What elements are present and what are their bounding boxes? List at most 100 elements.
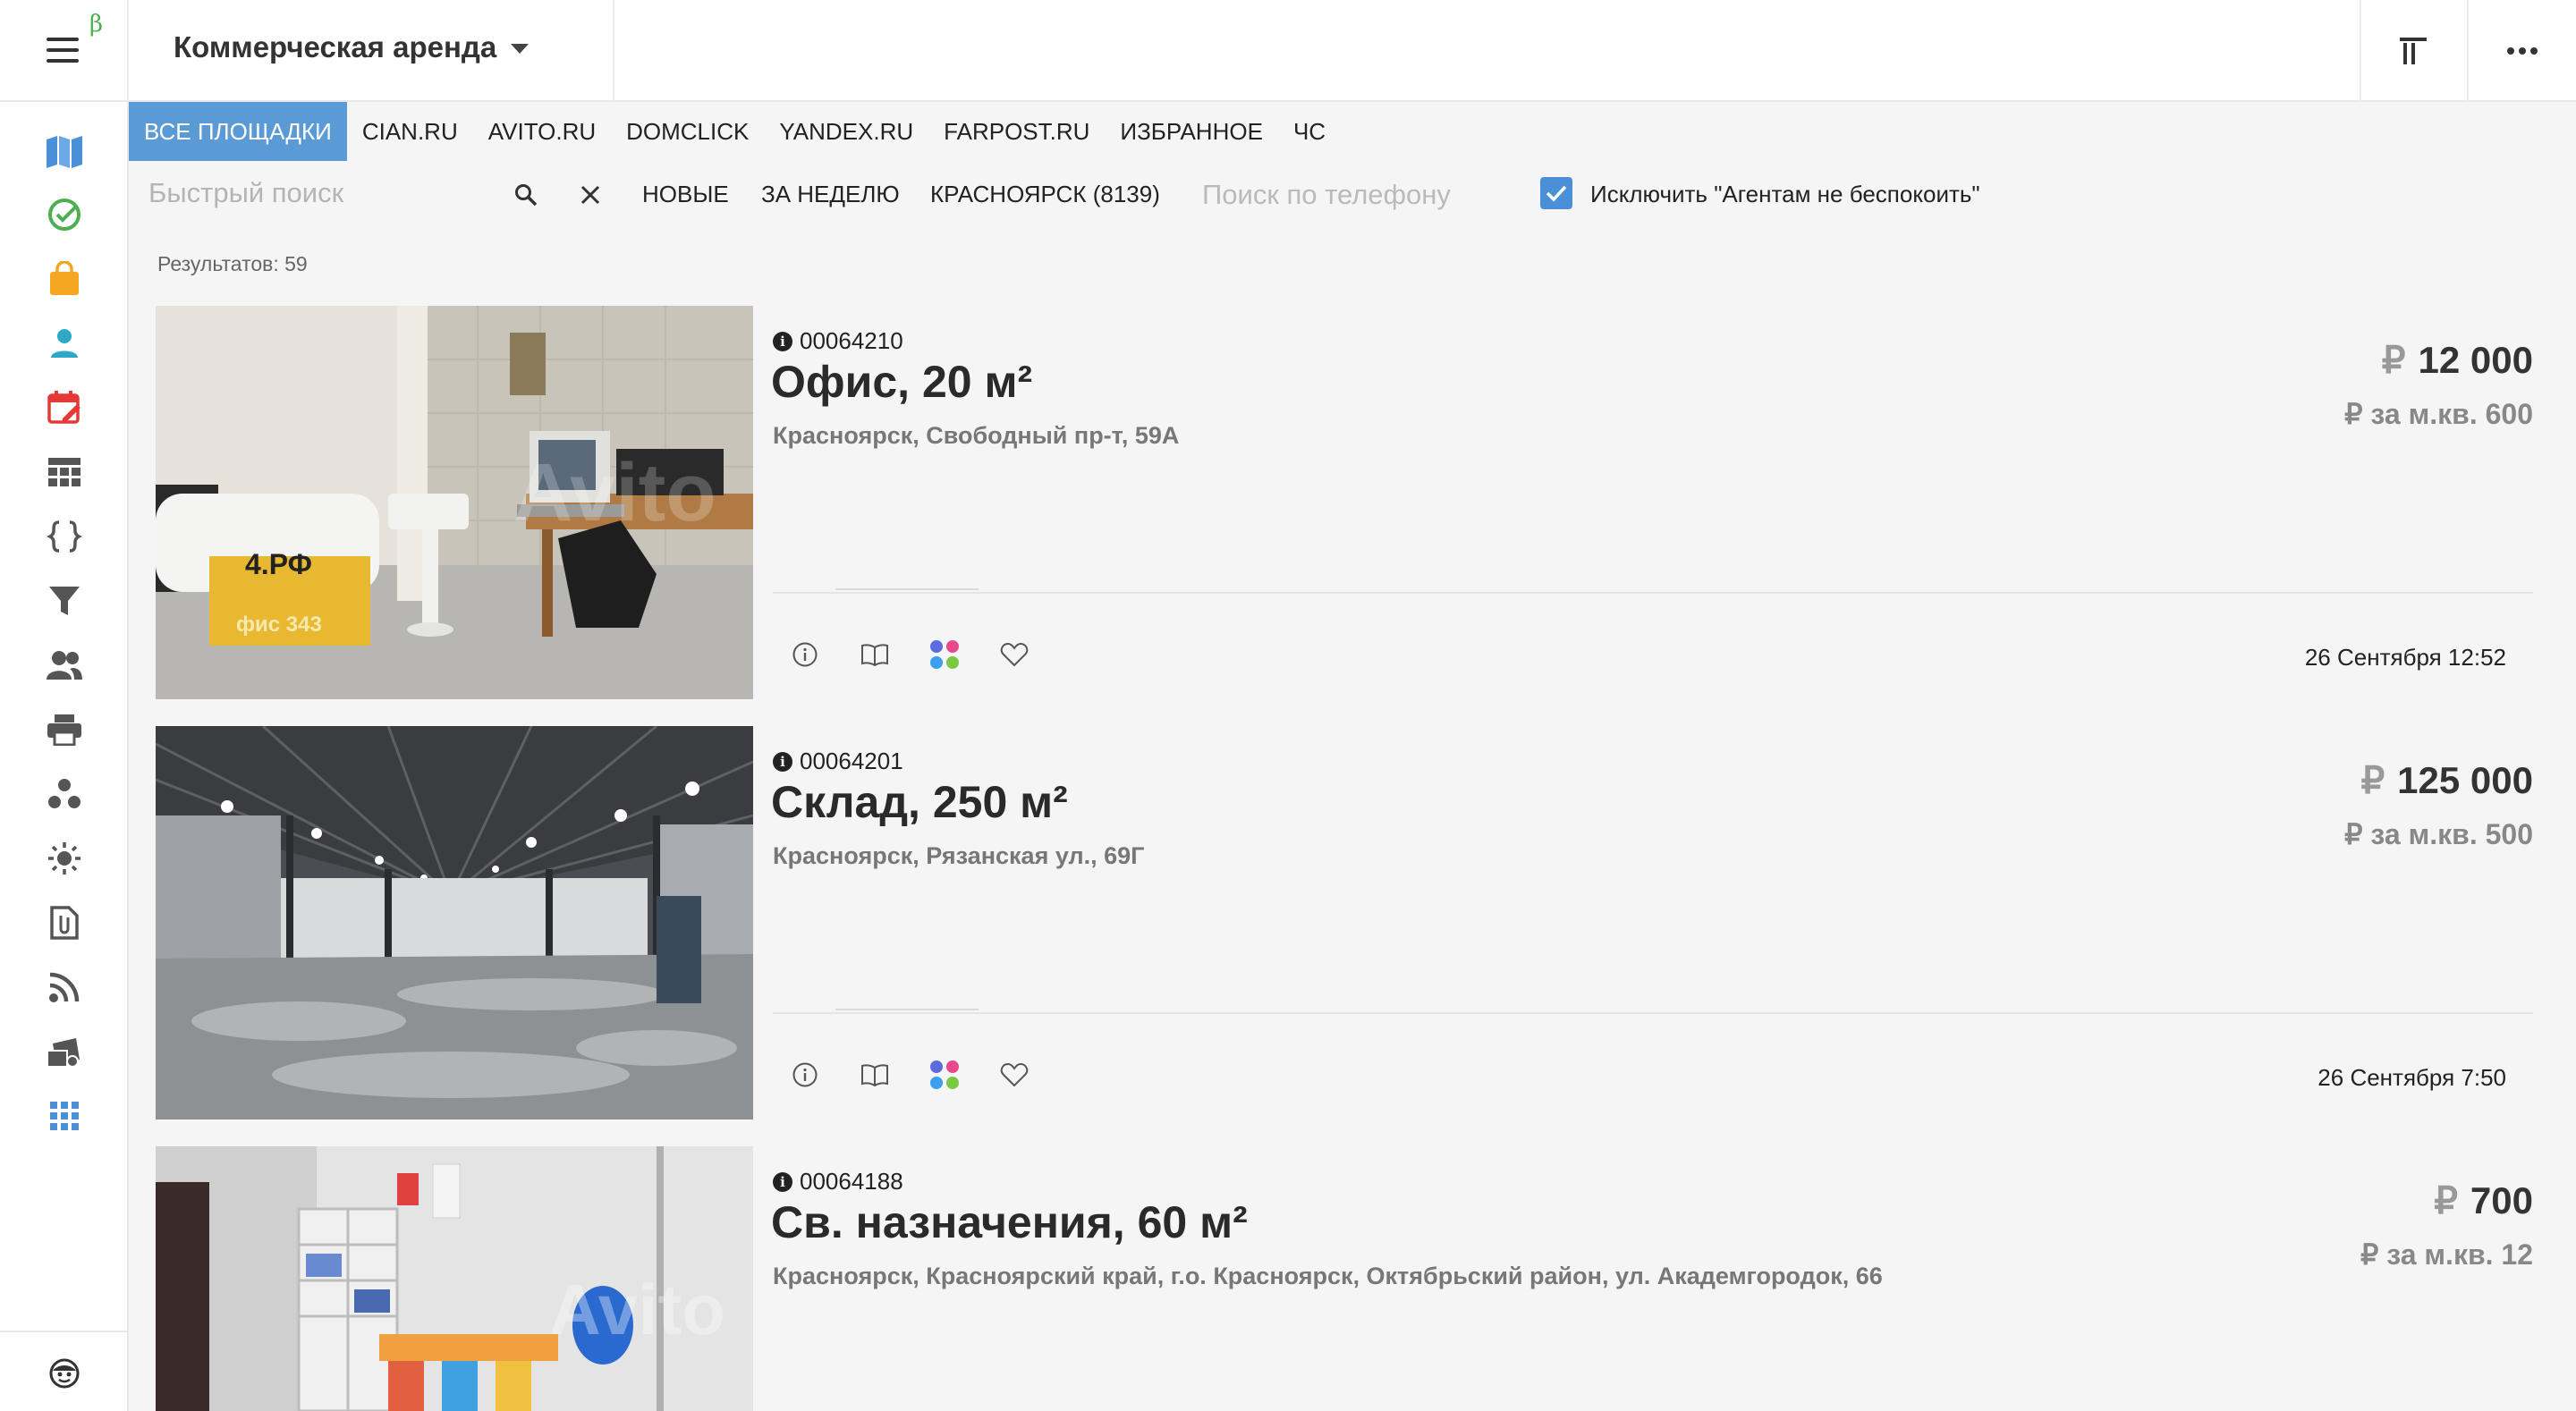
people-icon bbox=[47, 651, 82, 680]
tab-farpost[interactable]: FARPOST.RU bbox=[928, 102, 1105, 161]
listing-photo[interactable]: 4.РФ фис 343 Avito bbox=[156, 306, 753, 699]
divider bbox=[835, 588, 979, 590]
sidebar-item-filter[interactable] bbox=[41, 578, 88, 624]
photo-sign-text: фис 343 bbox=[236, 613, 322, 637]
tab-avito[interactable]: AVITO.RU bbox=[473, 102, 611, 161]
sidebar-item-profile[interactable] bbox=[41, 320, 88, 367]
exclude-agents-label: Исключить "Агентам не беспокоить" bbox=[1590, 181, 1980, 207]
tab-cian[interactable]: CIAN.RU bbox=[347, 102, 473, 161]
book-open-icon bbox=[861, 1064, 888, 1087]
details-button[interactable] bbox=[787, 1057, 823, 1093]
sidebar-item-map[interactable] bbox=[41, 127, 88, 173]
divider bbox=[773, 592, 2533, 594]
exclude-agents-checkbox[interactable] bbox=[1540, 177, 1572, 209]
map-button[interactable] bbox=[857, 637, 893, 672]
sidebar-item-print[interactable] bbox=[41, 706, 88, 753]
sidebar-item-table[interactable] bbox=[41, 449, 88, 495]
user-account-button[interactable] bbox=[41, 1350, 88, 1397]
sidebar-item-clients[interactable] bbox=[41, 642, 88, 689]
source-tabs: ВСЕ ПЛОЩАДКИ CIAN.RU AVITO.RU DOMCLICK Y… bbox=[129, 102, 1341, 161]
listing-address: Красноярск, Свободный пр-т, 59А bbox=[773, 422, 1180, 449]
code-braces-icon bbox=[47, 520, 82, 553]
filter-week[interactable]: ЗА НЕДЕЛЮ bbox=[761, 181, 900, 208]
phone-search-input[interactable] bbox=[1202, 173, 1524, 216]
dots-cluster-icon bbox=[48, 779, 80, 808]
listing-photo[interactable] bbox=[156, 726, 753, 1120]
quick-search-input[interactable] bbox=[148, 173, 488, 213]
heart-icon bbox=[1000, 1062, 1029, 1087]
divider bbox=[835, 1009, 979, 1010]
sidebar-item-calendar[interactable] bbox=[41, 384, 88, 431]
sources-button[interactable] bbox=[927, 637, 962, 672]
sidebar-item-documents[interactable] bbox=[41, 900, 88, 946]
color-dots-icon bbox=[930, 1060, 959, 1089]
rss-icon bbox=[49, 972, 80, 1002]
info-circle-icon bbox=[792, 642, 818, 667]
apps-grid-icon bbox=[50, 1102, 79, 1130]
certificate-icon bbox=[47, 1038, 80, 1068]
map-book-icon bbox=[47, 136, 82, 168]
filter-new[interactable]: НОВЫЕ bbox=[642, 181, 729, 208]
search-icon bbox=[515, 184, 538, 207]
info-icon: i bbox=[773, 751, 792, 772]
person-icon bbox=[51, 329, 78, 358]
photo-sign-text: 4.РФ bbox=[245, 548, 312, 580]
sidebar-item-tasks[interactable] bbox=[41, 191, 88, 238]
info-circle-icon bbox=[792, 1062, 818, 1087]
sources-button[interactable] bbox=[927, 1057, 962, 1093]
listing-address: Красноярск, Рязанская ул., 69Г bbox=[773, 842, 1145, 869]
text-size-button[interactable] bbox=[2360, 0, 2467, 102]
color-dots-icon bbox=[930, 640, 959, 669]
section-selector[interactable]: Коммерческая аренда bbox=[174, 30, 530, 64]
map-button[interactable] bbox=[857, 1057, 893, 1093]
tab-all-sources[interactable]: ВСЕ ПЛОЩАДКИ bbox=[129, 102, 347, 161]
sun-icon bbox=[48, 842, 80, 874]
table-icon bbox=[48, 458, 80, 486]
results-count: Результатов: 59 bbox=[157, 252, 308, 275]
tab-favorites[interactable]: ИЗБРАННОЕ bbox=[1105, 102, 1278, 161]
favorite-button[interactable] bbox=[996, 1057, 1032, 1093]
room-photo-image: Avito bbox=[156, 1146, 753, 1411]
check-circle-icon bbox=[48, 199, 80, 231]
sidebar-item-training[interactable] bbox=[41, 1028, 88, 1075]
printer-icon bbox=[47, 714, 81, 746]
listing-price-per-m2: ₽ за м.кв. 600 bbox=[2344, 398, 2533, 430]
menu-hamburger-icon[interactable] bbox=[45, 36, 80, 66]
clear-search-button[interactable] bbox=[572, 177, 608, 213]
listing-id: i 00064210 bbox=[773, 327, 903, 355]
divider bbox=[773, 1012, 2533, 1014]
tab-blacklist[interactable]: ЧС bbox=[1278, 102, 1341, 161]
top-bar: β Коммерческая аренда bbox=[0, 0, 2576, 102]
listing-price-per-m2: ₽ за м.кв. 12 bbox=[2360, 1238, 2533, 1271]
sidebar-item-code[interactable] bbox=[41, 513, 88, 560]
photo-watermark: Avito bbox=[549, 1270, 725, 1349]
chevron-down-icon bbox=[511, 43, 530, 54]
listing-price-per-m2: ₽ за м.кв. 500 bbox=[2344, 818, 2533, 850]
smiley-icon bbox=[49, 1358, 80, 1389]
sidebar-item-sales[interactable] bbox=[41, 256, 88, 302]
sidebar-item-brightness[interactable] bbox=[41, 835, 88, 882]
listing-card: i 00064201 Склад, 250 м² Красноярск, Ряз… bbox=[156, 726, 2533, 1120]
text-format-icon bbox=[2400, 38, 2427, 64]
listing-title[interactable]: Св. назначения, 60 м² bbox=[771, 1196, 1248, 1248]
warehouse-photo-image bbox=[156, 726, 753, 1120]
checkmark-icon bbox=[1546, 185, 1567, 202]
tab-yandex[interactable]: YANDEX.RU bbox=[764, 102, 928, 161]
filter-city[interactable]: КРАСНОЯРСК (8139) bbox=[930, 181, 1160, 208]
info-icon: i bbox=[773, 331, 792, 351]
more-options-button[interactable] bbox=[2469, 0, 2576, 102]
listing-id: i 00064188 bbox=[773, 1168, 903, 1196]
listing-title[interactable]: Офис, 20 м² bbox=[771, 356, 1032, 408]
favorite-button[interactable] bbox=[996, 637, 1032, 672]
listing-title[interactable]: Склад, 250 м² bbox=[771, 776, 1068, 828]
listing-address: Красноярск, Красноярский край, г.о. Крас… bbox=[773, 1263, 1883, 1289]
details-button[interactable] bbox=[787, 637, 823, 672]
search-button[interactable] bbox=[508, 177, 544, 213]
sidebar-item-apps[interactable] bbox=[41, 1093, 88, 1139]
book-open-icon bbox=[861, 644, 888, 667]
sidebar-item-groups[interactable] bbox=[41, 771, 88, 817]
beta-badge: β bbox=[89, 11, 104, 38]
listing-photo[interactable]: Avito bbox=[156, 1146, 753, 1411]
tab-domclick[interactable]: DOMCLICK bbox=[611, 102, 764, 161]
sidebar-item-feed[interactable] bbox=[41, 964, 88, 1010]
